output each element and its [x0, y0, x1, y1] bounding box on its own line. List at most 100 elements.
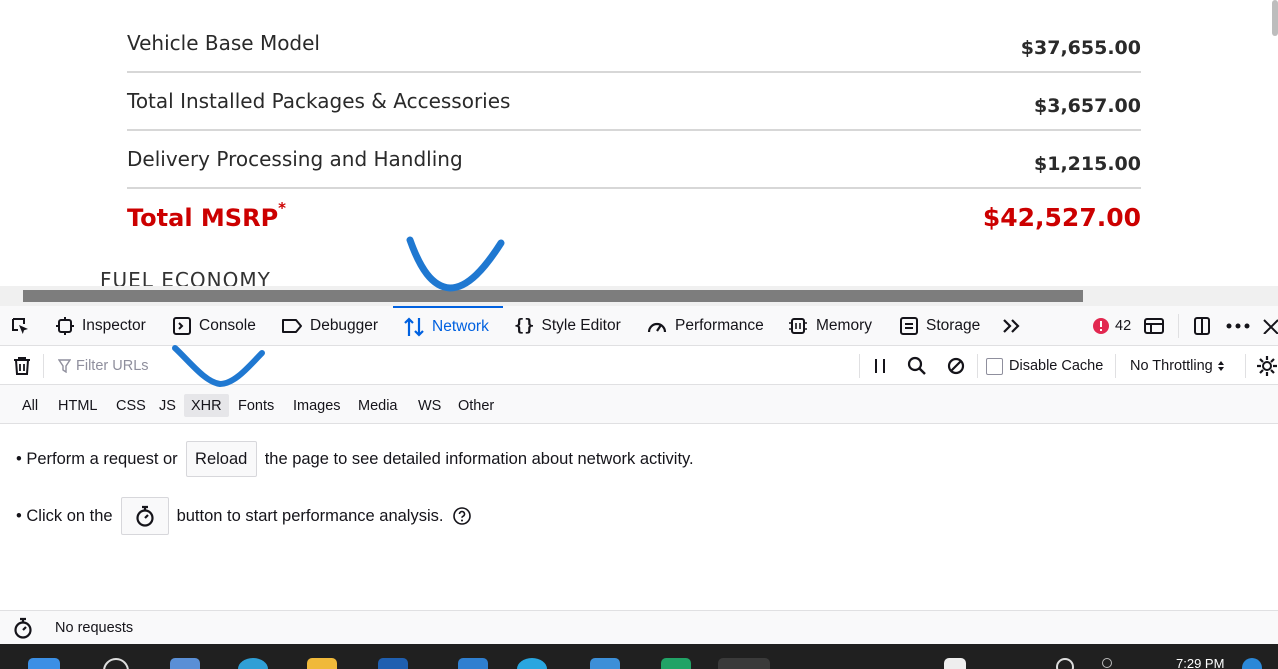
edge-browser-icon[interactable]	[238, 658, 268, 669]
tab-label: Inspector	[82, 317, 146, 334]
reload-button[interactable]: Reload	[185, 441, 257, 477]
filter-type-xhr[interactable]: XHR	[184, 394, 229, 417]
price-value: $37,655.00	[1020, 37, 1141, 59]
toolbar-separator	[977, 354, 978, 378]
disable-cache-checkbox[interactable]	[986, 357, 1003, 375]
price-row-packages: Total Installed Packages & Accessories $…	[127, 73, 1141, 131]
responsive-design-icon[interactable]	[1142, 316, 1166, 336]
network-icon	[404, 317, 424, 337]
filter-type-images[interactable]: Images	[286, 394, 348, 417]
filter-type-other[interactable]: Other	[451, 394, 501, 417]
tab-style-editor[interactable]: {} Style Editor	[514, 306, 621, 346]
stopwatch-icon[interactable]	[12, 617, 34, 639]
app-taskbar-icon[interactable]	[378, 658, 408, 669]
file-explorer-icon[interactable]	[307, 658, 337, 669]
network-toolbar: Disable Cache No Throttling	[0, 346, 1278, 385]
element-picker-icon[interactable]	[9, 316, 31, 336]
clear-requests-trash-icon[interactable]	[11, 355, 33, 377]
os-taskbar: 7:29 PM	[0, 644, 1278, 669]
pause-icon[interactable]	[870, 355, 890, 377]
fuel-economy-heading: FUEL ECONOMY	[100, 268, 271, 288]
excel-icon[interactable]	[661, 658, 691, 669]
vertical-scrollbar-thumb[interactable]	[1272, 0, 1278, 36]
help-question-icon[interactable]	[453, 507, 472, 525]
block-urls-icon[interactable]	[945, 355, 967, 377]
tray-icon[interactable]	[1056, 658, 1074, 669]
msrp-footnote-asterisk[interactable]: *	[278, 199, 286, 217]
memory-icon	[789, 318, 807, 334]
filter-type-fonts[interactable]: Fonts	[231, 394, 281, 417]
network-settings-gear-icon[interactable]	[1256, 355, 1278, 377]
filter-type-ws[interactable]: WS	[411, 394, 448, 417]
debugger-icon	[282, 319, 302, 333]
tab-debugger[interactable]: Debugger	[281, 306, 378, 346]
filter-icon	[57, 358, 71, 374]
tray-icon[interactable]	[1102, 658, 1112, 668]
horizontal-scrollbar-thumb[interactable]	[23, 290, 1083, 302]
tab-network[interactable]: Network	[393, 306, 503, 346]
price-label: Total Installed Packages & Accessories	[127, 89, 511, 113]
dock-side-icon[interactable]	[1190, 316, 1214, 336]
tray-icon[interactable]	[944, 658, 966, 669]
filter-type-media[interactable]: Media	[351, 394, 405, 417]
tab-label: Network	[432, 318, 489, 335]
storage-icon	[900, 317, 918, 335]
app-taskbar-icon[interactable]	[458, 658, 488, 669]
search-taskbar-icon[interactable]	[103, 658, 129, 669]
style-editor-icon: {}	[514, 316, 535, 336]
tab-memory[interactable]: Memory	[787, 306, 872, 346]
firefox-taskbar-icon[interactable]	[718, 658, 770, 669]
price-label: Vehicle Base Model	[127, 31, 320, 55]
filter-type-all[interactable]: All	[15, 394, 45, 417]
select-arrows-icon	[1217, 361, 1224, 371]
filter-type-css[interactable]: CSS	[109, 394, 153, 417]
error-count: 42	[1115, 318, 1132, 334]
throttling-select[interactable]: No Throttling	[1130, 355, 1225, 377]
console-icon	[173, 317, 191, 335]
empty-state-text: • Click on the	[16, 506, 113, 525]
taskbar-clock[interactable]: 7:29 PM	[1176, 656, 1224, 669]
empty-state-line-reload: • Perform a request or Reload the page t…	[16, 441, 694, 477]
price-row-base-model: Vehicle Base Model $37,655.00	[127, 15, 1141, 73]
start-menu-icon[interactable]	[28, 658, 60, 669]
more-options-icon[interactable]	[1225, 316, 1251, 336]
tab-console[interactable]: Console	[172, 306, 256, 346]
horizontal-scrollbar[interactable]	[0, 286, 1278, 306]
error-counter[interactable]: 42	[1092, 316, 1134, 336]
tab-label: Console	[199, 317, 256, 334]
throttling-value: No Throttling	[1130, 358, 1213, 374]
web-page-content: Vehicle Base Model $37,655.00 Total Inst…	[0, 0, 1278, 288]
tab-label: Performance	[675, 317, 764, 334]
toolbar-separator	[1178, 314, 1179, 338]
network-status-bar: No requests	[0, 610, 1278, 644]
network-empty-state: • Perform a request or Reload the page t…	[0, 424, 1278, 610]
search-icon[interactable]	[906, 355, 928, 377]
more-tabs-chevron-icon[interactable]	[1000, 316, 1022, 336]
notification-icon[interactable]	[1242, 658, 1262, 669]
tab-performance[interactable]: Performance	[646, 306, 764, 346]
tab-label: Debugger	[310, 317, 379, 334]
empty-state-line-performance: • Click on the button to start performan…	[16, 497, 472, 535]
close-devtools-icon[interactable]	[1262, 316, 1278, 336]
empty-state-text: button to start performance analysis.	[176, 506, 444, 525]
price-value: $3,657.00	[1034, 95, 1141, 117]
tab-inspector[interactable]: Inspector	[55, 306, 146, 346]
filter-urls-input[interactable]	[76, 355, 376, 377]
total-msrp-row: Total MSRP* $42,527.00	[127, 188, 1141, 248]
tab-storage[interactable]: Storage	[899, 306, 980, 346]
app-taskbar-icon[interactable]	[517, 658, 547, 669]
app-taskbar-icon[interactable]	[590, 658, 620, 669]
tab-label: Style Editor	[541, 317, 621, 334]
toolbar-separator	[1245, 354, 1246, 378]
disable-cache-toggle[interactable]: Disable Cache	[986, 355, 1103, 377]
total-msrp-label: Total MSRP*	[127, 199, 286, 232]
inspector-icon	[56, 317, 74, 335]
total-msrp-value: $42,527.00	[982, 203, 1141, 232]
filter-type-js[interactable]: JS	[152, 394, 183, 417]
app-taskbar-icon[interactable]	[170, 658, 200, 669]
devtools-tab-bar: Inspector Console Debugger Network {} St…	[0, 306, 1278, 346]
filter-type-html[interactable]: HTML	[51, 394, 104, 417]
empty-state-text: • Perform a request or	[16, 449, 178, 468]
price-value: $1,215.00	[1034, 153, 1141, 175]
start-performance-analysis-button[interactable]	[120, 497, 169, 535]
